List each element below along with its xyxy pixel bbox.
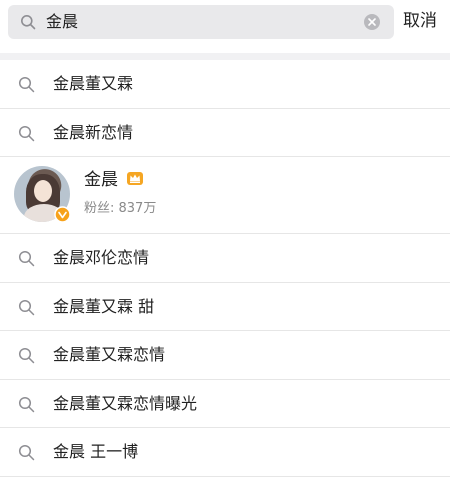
suggestion-item[interactable]: 金晨董又霖恋情曝光 bbox=[0, 379, 450, 428]
suggestion-text: 金晨新恋情 bbox=[53, 122, 134, 142]
search-icon bbox=[18, 250, 35, 267]
suggestion-item[interactable]: 金晨邓伦恋情 bbox=[0, 234, 450, 283]
search-icon bbox=[18, 444, 35, 461]
search-icon bbox=[18, 396, 35, 412]
suggestion-item[interactable]: 金晨新恋情 bbox=[0, 108, 450, 157]
search-header: 金晨 取消 bbox=[0, 0, 450, 44]
user-name: 金晨 bbox=[84, 170, 118, 190]
suggestion-item[interactable]: 金晨董又霖恋情 bbox=[0, 331, 450, 380]
suggestion-text: 金晨董又霖 甜 bbox=[53, 296, 155, 316]
search-icon bbox=[21, 15, 36, 30]
cancel-button[interactable]: 取消 bbox=[403, 10, 437, 32]
suggestion-text: 金晨董又霖恋情 bbox=[53, 345, 166, 364]
search-icon bbox=[18, 299, 35, 315]
search-query-text[interactable]: 金晨 bbox=[46, 12, 78, 32]
search-icon bbox=[18, 125, 35, 141]
crown-icon bbox=[127, 172, 143, 185]
search-input[interactable]: 金晨 bbox=[8, 5, 394, 39]
suggestion-text: 金晨董又霖 bbox=[53, 74, 134, 93]
clear-icon[interactable] bbox=[364, 14, 380, 30]
suggestion-item[interactable]: 金晨董又霖 bbox=[0, 60, 450, 109]
suggestion-text: 金晨 王一博 bbox=[53, 442, 139, 461]
fans-count: 粉丝: 837万 bbox=[84, 201, 157, 216]
suggestion-text: 金晨邓伦恋情 bbox=[53, 248, 150, 267]
search-icon bbox=[18, 347, 35, 364]
section-divider bbox=[0, 53, 450, 60]
suggestion-item[interactable]: 金晨 王一博 bbox=[0, 428, 450, 477]
suggestion-item[interactable]: 金晨董又霖 甜 bbox=[0, 282, 450, 331]
suggestion-list: 金晨董又霖 金晨新恋情 金晨 粉丝: 837万 金晨邓伦恋情 金晨董又霖 甜 金… bbox=[0, 60, 450, 477]
search-icon bbox=[18, 76, 35, 93]
suggestion-text: 金晨董又霖恋情曝光 bbox=[53, 393, 198, 413]
verified-badge-icon bbox=[54, 206, 71, 223]
user-result-item[interactable]: 金晨 粉丝: 837万 bbox=[0, 157, 450, 234]
